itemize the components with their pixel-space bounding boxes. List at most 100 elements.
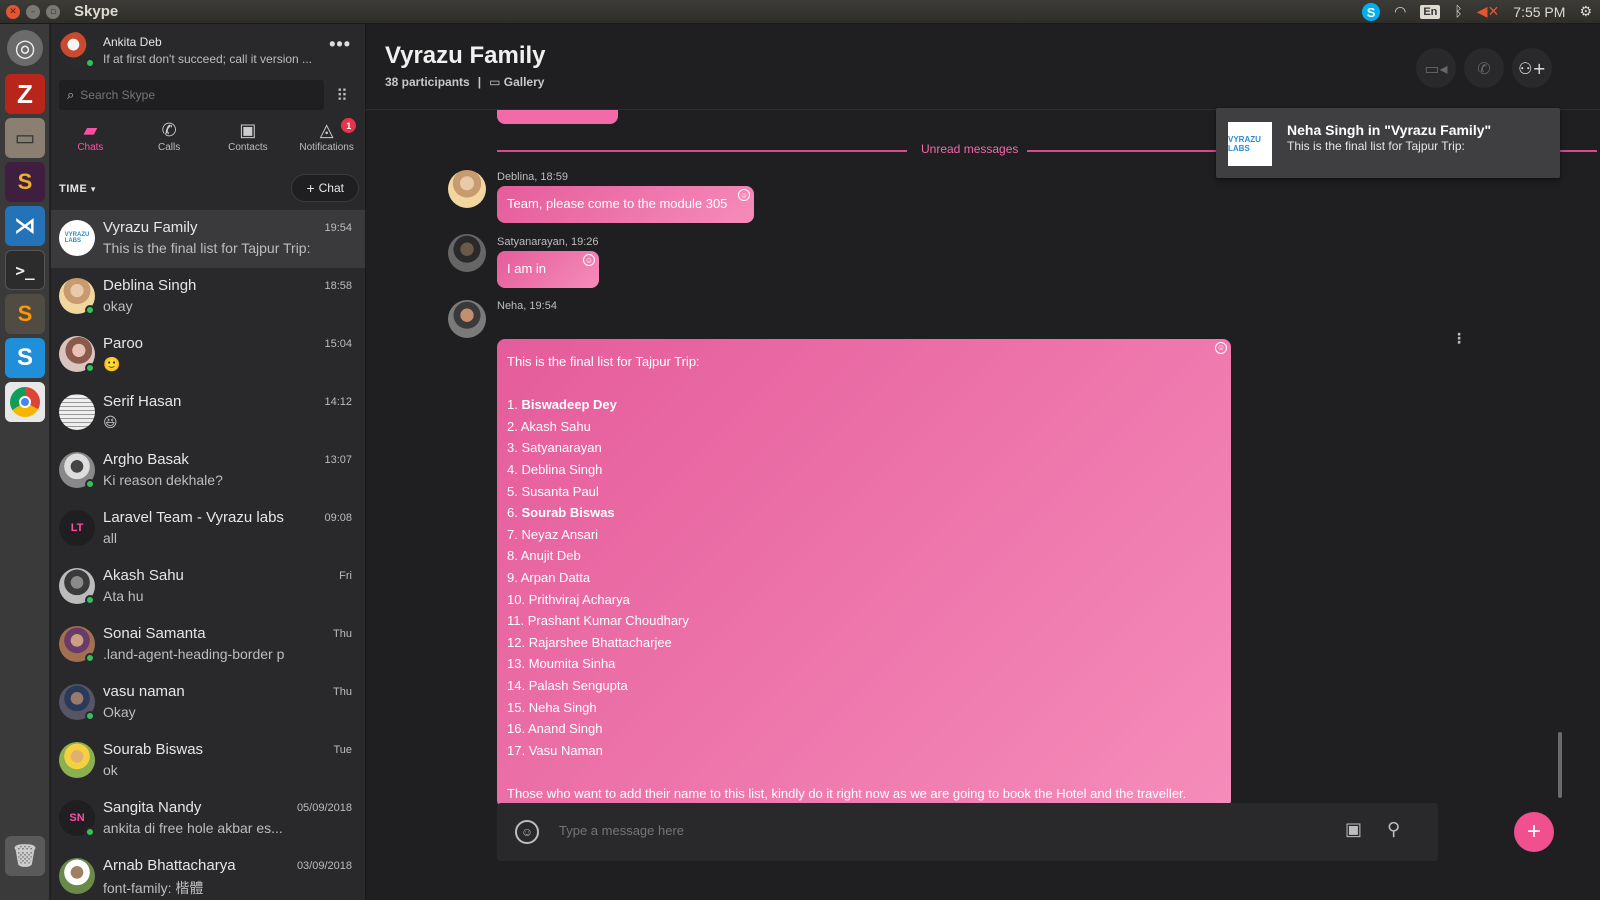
presence-online-icon <box>85 305 95 315</box>
settings-gear-icon[interactable]: ⚙ <box>1579 4 1592 20</box>
gallery-link[interactable]: ▭ Gallery <box>489 75 544 89</box>
tab-contacts[interactable]: ▣ Contacts <box>209 120 288 168</box>
keyboard-language-indicator[interactable]: En <box>1420 5 1441 19</box>
message-scrollbar[interactable] <box>1558 732 1562 798</box>
chat-list-item[interactable]: Paroo 🙂 15:04 <box>51 326 365 384</box>
clock[interactable]: 7:55 PM <box>1513 4 1565 20</box>
conversation-title[interactable]: Vyrazu Family <box>385 42 546 70</box>
list-item: 15. Neha Singh <box>507 699 597 715</box>
skype-icon[interactable]: S <box>5 338 45 378</box>
files-icon[interactable]: ▭ <box>5 118 45 158</box>
sender-avatar[interactable] <box>448 170 486 208</box>
sender-avatar[interactable] <box>448 234 486 272</box>
minimize-window-button[interactable]: – <box>26 4 40 19</box>
notification-badge: 1 <box>341 118 357 133</box>
search-input[interactable] <box>80 88 301 102</box>
chat-time: 09:08 <box>324 512 352 524</box>
message-bubble[interactable]: I am in ☺ <box>497 251 599 288</box>
search-box[interactable]: ⌕ <box>59 80 324 110</box>
contact-avatar <box>59 742 95 778</box>
initials-avatar: LT <box>59 510 95 546</box>
chat-preview: 🙂 <box>103 356 121 372</box>
new-chat-button[interactable]: + Chat <box>291 174 359 202</box>
profile-header[interactable]: Ankita Deb If at first don't succeed; ca… <box>59 32 359 74</box>
meta-separator: | <box>477 75 482 89</box>
sort-row: TIME ▾ + Chat <box>59 174 359 204</box>
more-actions-button[interactable]: + <box>1514 812 1554 852</box>
slack-icon[interactable]: S <box>5 162 45 202</box>
message-more-options-icon[interactable]: ⋮ <box>1452 330 1466 347</box>
chat-name: Sourab Biswas <box>103 741 204 758</box>
more-options-button[interactable]: ••• <box>329 34 351 55</box>
bluetooth-icon[interactable]: ᛒ <box>1454 4 1462 20</box>
chat-time: 03/09/2018 <box>296 860 352 872</box>
audio-call-button[interactable]: ✆ <box>1464 48 1504 88</box>
chat-time: Fri <box>339 570 352 582</box>
reaction-smiley-icon[interactable]: ☺ <box>738 189 750 201</box>
sort-dropdown[interactable]: TIME ▾ <box>59 183 96 195</box>
list-item: 7. Neyaz Ansari <box>507 526 599 542</box>
chat-name: Sonai Samanta <box>103 625 206 642</box>
tab-calls[interactable]: ✆ Calls <box>130 120 209 168</box>
chat-time: 05/09/2018 <box>296 802 352 814</box>
sender-avatar[interactable] <box>448 300 486 338</box>
video-camera-icon: ▭◂ <box>1424 58 1448 78</box>
chat-list-item[interactable]: LT Laravel Team - Vyrazu labs all 09:08 <box>51 500 365 558</box>
skype-tray-icon[interactable]: S <box>1362 3 1381 21</box>
presence-online-icon <box>85 595 95 605</box>
profile-mood: If at first don't succeed; call it versi… <box>103 52 313 66</box>
add-participant-button[interactable]: ⚇+ <box>1512 48 1552 88</box>
close-window-button[interactable]: ✕ <box>6 4 20 19</box>
chat-list-item[interactable]: VYRAZU LABS Vyrazu Family This is the fin… <box>51 210 365 268</box>
message-text: I am in <box>507 261 547 276</box>
chat-name: Argho Basak <box>103 451 189 468</box>
ubuntu-dash-icon[interactable]: ◎ <box>7 30 43 66</box>
chat-time: 18:58 <box>324 280 352 292</box>
image-icon: ▣ <box>1345 819 1363 840</box>
emoji-button[interactable]: ☺ <box>515 820 539 844</box>
bell-icon: ◬ <box>319 120 334 141</box>
notification-title: Neha Singh in "Vyrazu Family" <box>1287 122 1492 138</box>
message-bubble[interactable]: Team, please come to the module 305 ☺ <box>497 186 754 223</box>
chat-preview: 😆 <box>103 414 118 430</box>
chat-list-item[interactable]: Deblina Singh okay 18:58 <box>51 268 365 326</box>
location-button[interactable]: ⚲ <box>1387 819 1400 840</box>
video-call-button[interactable]: ▭◂ <box>1416 48 1456 88</box>
chat-time: Thu <box>333 686 352 698</box>
toast-notification[interactable]: VYRAZU LABS Neha Singh in "Vyrazu Family… <box>1216 108 1560 178</box>
chrome-icon[interactable] <box>5 382 45 422</box>
dialpad-button[interactable]: ⠿ <box>327 80 357 110</box>
chat-list-item[interactable]: Akash Sahu Ata hu Fri <box>51 558 365 616</box>
list-item: 17. Vasu Naman <box>507 742 603 758</box>
filezilla-icon[interactable]: Z <box>5 74 45 114</box>
list-item: 10. Prithviraj Acharya <box>507 591 630 607</box>
message-input[interactable] <box>559 823 1319 838</box>
participants-link[interactable]: 38 participants <box>385 75 470 89</box>
reaction-smiley-icon[interactable]: ☺ <box>1215 342 1227 354</box>
media-gallery-button[interactable]: ▣ <box>1345 819 1362 840</box>
chat-list-item[interactable]: vasu naman Okay Thu <box>51 674 365 732</box>
chat-list-item[interactable]: Arnab Bhattacharya font-family: 楷體 03/09… <box>51 848 365 900</box>
reaction-smiley-icon[interactable]: ☺ <box>583 254 595 266</box>
vscode-icon[interactable]: ⋊ <box>5 206 45 246</box>
chat-list-item[interactable]: SN Sangita Nandy ankita di free hole akb… <box>51 790 365 848</box>
wifi-icon[interactable]: ◠ <box>1394 4 1406 20</box>
maximize-window-button[interactable]: ▫ <box>46 4 60 19</box>
group-avatar: VYRAZU LABS <box>59 220 95 256</box>
terminal-icon[interactable]: >_ <box>5 250 45 290</box>
chat-list-item[interactable]: Argho Basak Ki reason dekhale? 13:07 <box>51 442 365 500</box>
tab-notifications[interactable]: ◬ 1 Notifications <box>287 118 365 168</box>
gallery-icon: ▭ <box>489 75 501 89</box>
sublime-text-icon[interactable]: S <box>5 294 45 334</box>
trash-icon[interactable]: 🗑 <box>5 836 45 876</box>
message-bubble[interactable]: ☺ This is the final list for Tajpur Trip… <box>497 339 1231 808</box>
volume-muted-icon[interactable]: ◀✕ <box>1477 4 1500 20</box>
chat-list-item[interactable]: Sonai Samanta .land-agent-heading-border… <box>51 616 365 674</box>
chat-list: VYRAZU LABS Vyrazu Family This is the fin… <box>51 210 365 900</box>
chat-list-item[interactable]: Serif Hasan 😆 14:12 <box>51 384 365 442</box>
tab-chats[interactable]: ▰ Chats <box>51 120 130 168</box>
chat-list-item[interactable]: Sourab Biswas ok Tue <box>51 732 365 790</box>
list-item: 11. Prashant Kumar Choudhary <box>507 613 689 629</box>
plus-icon: + <box>306 180 315 196</box>
message-list: Unread messages Deblina, 18:59 Team, ple… <box>366 110 1600 810</box>
